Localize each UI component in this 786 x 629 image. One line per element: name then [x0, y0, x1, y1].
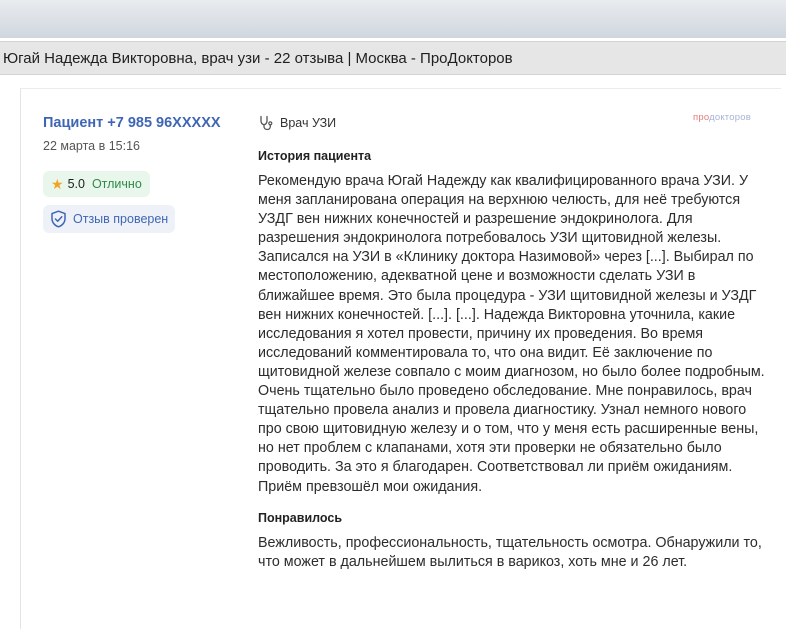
specialty-label: Врач УЗИ	[280, 116, 337, 130]
liked-title: Понравилось	[258, 510, 343, 525]
patient-name[interactable]: Пациент +7 985 96XXXXX	[43, 115, 243, 131]
review-author-column: Пациент +7 985 96XXXXX 22 марта в 15:16 …	[43, 115, 243, 233]
review-card: Пациент +7 985 96XXXXX 22 марта в 15:16 …	[20, 88, 781, 629]
window-title: Югай Надежда Викторовна, врач узи - 22 о…	[3, 49, 513, 67]
story-title: История пациента	[258, 149, 372, 163]
story-text: Рекомендую врача Югай Надежду как квалиф…	[258, 173, 765, 495]
rating-score: 5.0	[67, 177, 85, 191]
browser-top-area	[0, 0, 786, 38]
rating-label: Отлично	[91, 177, 142, 191]
window-title-bar: Югай Надежда Викторовна, врач узи - 22 о…	[0, 41, 786, 75]
doctor-specialty: Врач УЗИ	[258, 115, 778, 131]
stethoscope-icon	[260, 115, 273, 131]
verified-badge[interactable]: Отзыв проверен	[43, 205, 176, 233]
shield-check-icon	[51, 210, 66, 228]
review-date: 22 марта в 15:16	[43, 139, 141, 153]
review-body-column: Врач УЗИ История пациента Рекомендую вра…	[258, 115, 778, 572]
page-content: Пациент +7 985 96XXXXX 22 марта в 15:16 …	[0, 75, 786, 629]
liked-text: Вежливость, профессиональность, тщательн…	[258, 534, 762, 570]
star-icon: ★	[51, 175, 64, 192]
rating-badge: ★ 5.0 Отлично	[43, 171, 150, 197]
verified-label: Отзыв проверен	[73, 212, 169, 226]
